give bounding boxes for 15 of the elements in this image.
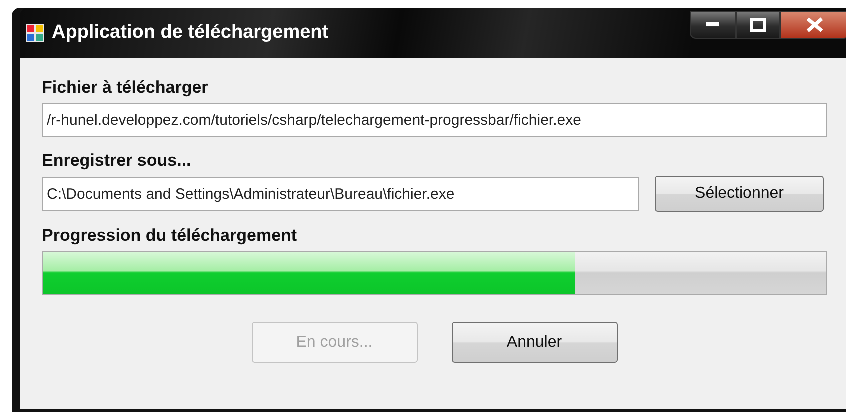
field-label: Fichier à télécharger bbox=[42, 78, 210, 98]
url-field[interactable]: /r-hunel.developpez.com/tutoriels/csharp/telechargement-progressbar/fichier.exe bbox=[42, 103, 827, 137]
app-icon bbox=[26, 24, 44, 42]
path-field[interactable]: C:\Documents and Settings\Administrateur\Bureau\fichier.exe bbox=[42, 177, 639, 211]
window-title: Application de téléchargement bbox=[52, 22, 329, 44]
progress-label: Progression du téléchargement bbox=[42, 226, 298, 246]
close-button[interactable] bbox=[780, 11, 846, 39]
minimize-icon bbox=[706, 22, 720, 28]
select-button[interactable]: Sélectionner bbox=[655, 176, 824, 212]
maximize-icon bbox=[750, 18, 766, 32]
dialog-button[interactable]: Annuler bbox=[452, 322, 618, 363]
field-label: Enregistrer sous... bbox=[42, 151, 192, 171]
minimize-button[interactable] bbox=[690, 11, 736, 39]
maximize-button[interactable] bbox=[736, 11, 780, 39]
close-icon bbox=[806, 17, 824, 33]
